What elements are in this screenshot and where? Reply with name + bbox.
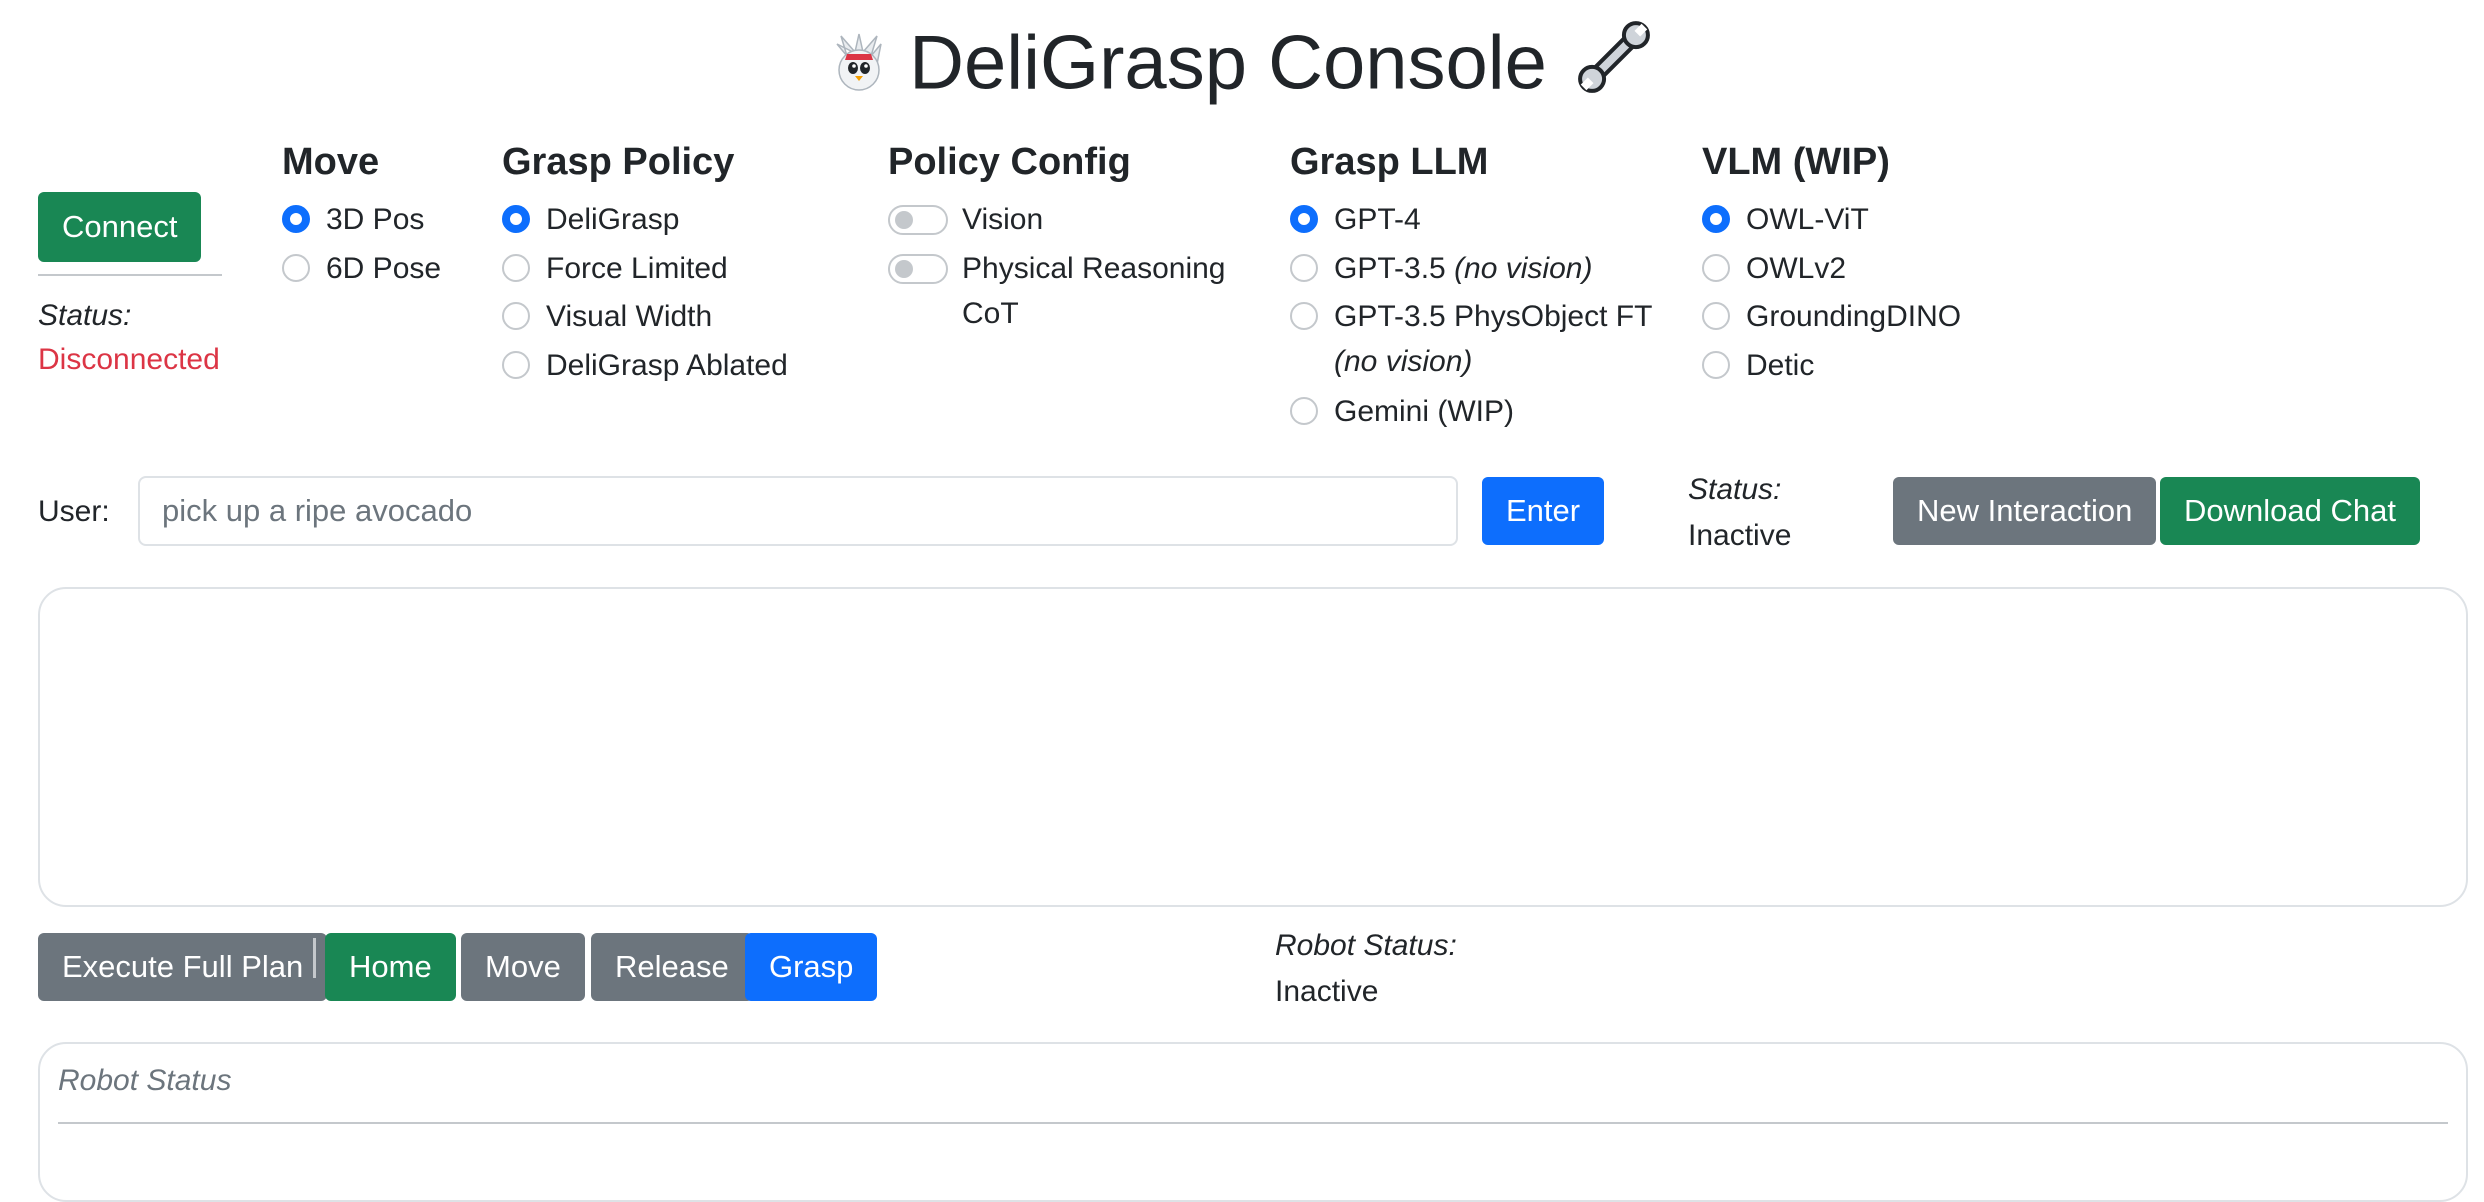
option-label: GPT-4 xyxy=(1334,203,1421,236)
radio-selected[interactable] xyxy=(1290,205,1318,233)
grasp-llm-option-gpt-3-5-physobject-ft[interactable]: GPT-3.5 PhysObject FT (no vision) xyxy=(1290,294,1652,384)
option-label: Detic xyxy=(1746,349,1815,382)
grasp-policy-option-visual-width[interactable]: Visual Width xyxy=(502,294,712,339)
radio[interactable] xyxy=(1702,302,1730,330)
connect-button[interactable]: Connect xyxy=(38,192,202,262)
radio[interactable] xyxy=(282,254,310,282)
chat-area[interactable] xyxy=(38,587,2468,907)
grasp-policy-option-force-limited[interactable]: Force Limited xyxy=(502,246,728,291)
move-option-3d-pos[interactable]: 3D Pos xyxy=(282,197,424,242)
button-separator xyxy=(313,938,316,978)
grasp-llm-option-gpt-4[interactable]: GPT-4 xyxy=(1290,197,1421,242)
policy-config-toggle-physical-reasoning[interactable]: Physical Reasoning CoT xyxy=(888,246,1225,336)
radio[interactable] xyxy=(1702,351,1730,379)
grasp-llm-title: Grasp LLM xyxy=(1290,141,1489,183)
grasp-policy-option-deligrasp[interactable]: DeliGrasp xyxy=(502,197,679,242)
robot-status-label: Robot Status: xyxy=(1275,929,1457,962)
robot-status-panel: Robot Status xyxy=(38,1042,2468,1202)
connection-status-label: Status: xyxy=(38,299,132,332)
chat-status-label: Status: xyxy=(1688,473,1782,506)
divider xyxy=(38,274,222,276)
radio-selected[interactable] xyxy=(282,205,310,233)
option-label: GPT-3.5 xyxy=(1334,252,1446,285)
option-label: Visual Width xyxy=(546,300,713,333)
new-interaction-button[interactable]: New Interaction xyxy=(1893,477,2157,545)
user-label: User: xyxy=(38,495,110,528)
move-option-6d-pose[interactable]: 6D Pose xyxy=(282,246,441,291)
option-note: (no vision) xyxy=(1454,252,1593,285)
option-label: Force Limited xyxy=(546,252,728,285)
toggle-label: Vision xyxy=(962,203,1044,236)
toggle-switch[interactable] xyxy=(888,205,948,235)
radio[interactable] xyxy=(1702,254,1730,282)
grasp-llm-option-gpt-3-5[interactable]: GPT-3.5 (no vision) xyxy=(1290,246,1592,291)
toggle-switch[interactable] xyxy=(888,254,948,284)
radio[interactable] xyxy=(502,302,530,330)
grasp-button[interactable]: Grasp xyxy=(745,933,878,1001)
policy-config-toggle-vision[interactable]: Vision xyxy=(888,197,1043,242)
option-label: 3D Pos xyxy=(326,203,425,236)
chat-status-value: Inactive xyxy=(1688,519,1792,552)
wrench-icon xyxy=(1571,14,1657,123)
option-note: (no vision) xyxy=(1334,345,1473,378)
radio[interactable] xyxy=(502,351,530,379)
option-label: Gemini (WIP) xyxy=(1334,395,1514,428)
download-chat-button[interactable]: Download Chat xyxy=(2160,477,2420,545)
home-button[interactable]: Home xyxy=(325,933,456,1001)
option-label: OWLv2 xyxy=(1746,252,1847,285)
enter-button[interactable]: Enter xyxy=(1482,477,1605,545)
toggle-label-line2: CoT xyxy=(962,297,1019,330)
toggle-label-line1: Physical Reasoning xyxy=(962,252,1226,285)
radio-selected[interactable] xyxy=(1702,205,1730,233)
execute-full-plan-button[interactable]: Execute Full Plan xyxy=(38,933,328,1001)
option-label: DeliGrasp Ablated xyxy=(546,349,788,382)
option-label: OWL-ViT xyxy=(1746,203,1869,236)
vlm-title: VLM (WIP) xyxy=(1702,141,1890,183)
robot-status-panel-header: Robot Status xyxy=(58,1064,232,1097)
toggle-label: Physical Reasoning CoT xyxy=(962,246,1225,336)
radio[interactable] xyxy=(1290,254,1318,282)
vlm-option-detic[interactable]: Detic xyxy=(1702,343,1814,388)
option-label: GroundingDINO xyxy=(1746,300,1962,333)
release-button[interactable]: Release xyxy=(591,933,753,1001)
option-label: GPT-3.5 PhysObject FT xyxy=(1334,300,1653,333)
radio-selected[interactable] xyxy=(502,205,530,233)
move-title: Move xyxy=(282,141,380,183)
grasp-policy-option-deligrasp-ablated[interactable]: DeliGrasp Ablated xyxy=(502,343,788,388)
robot-status-value: Inactive xyxy=(1275,975,1379,1008)
user-input[interactable] xyxy=(138,476,1458,546)
radio[interactable] xyxy=(1290,302,1318,330)
connection-status-value: Disconnected xyxy=(38,343,220,376)
robot-status-panel-divider xyxy=(58,1122,2448,1124)
option-label: 6D Pose xyxy=(326,252,442,285)
page-title: DeliGrasp Console xyxy=(0,14,2484,123)
vlm-option-groundingdino[interactable]: GroundingDINO xyxy=(1702,294,1961,339)
move-button[interactable]: Move xyxy=(461,933,585,1001)
grasp-policy-title: Grasp Policy xyxy=(502,141,735,183)
policy-config-title: Policy Config xyxy=(888,141,1131,183)
penguin-mascot-icon xyxy=(827,21,891,117)
vlm-option-owl-vit[interactable]: OWL-ViT xyxy=(1702,197,1869,242)
option-label-group: GPT-3.5 PhysObject FT (no vision) xyxy=(1334,294,1652,384)
grasp-llm-option-gemini[interactable]: Gemini (WIP) xyxy=(1290,389,1514,434)
option-label: DeliGrasp xyxy=(546,203,680,236)
page-title-text: DeliGrasp Console xyxy=(909,20,1547,106)
radio[interactable] xyxy=(1290,397,1318,425)
radio[interactable] xyxy=(502,254,530,282)
vlm-option-owlv2[interactable]: OWLv2 xyxy=(1702,246,1846,291)
